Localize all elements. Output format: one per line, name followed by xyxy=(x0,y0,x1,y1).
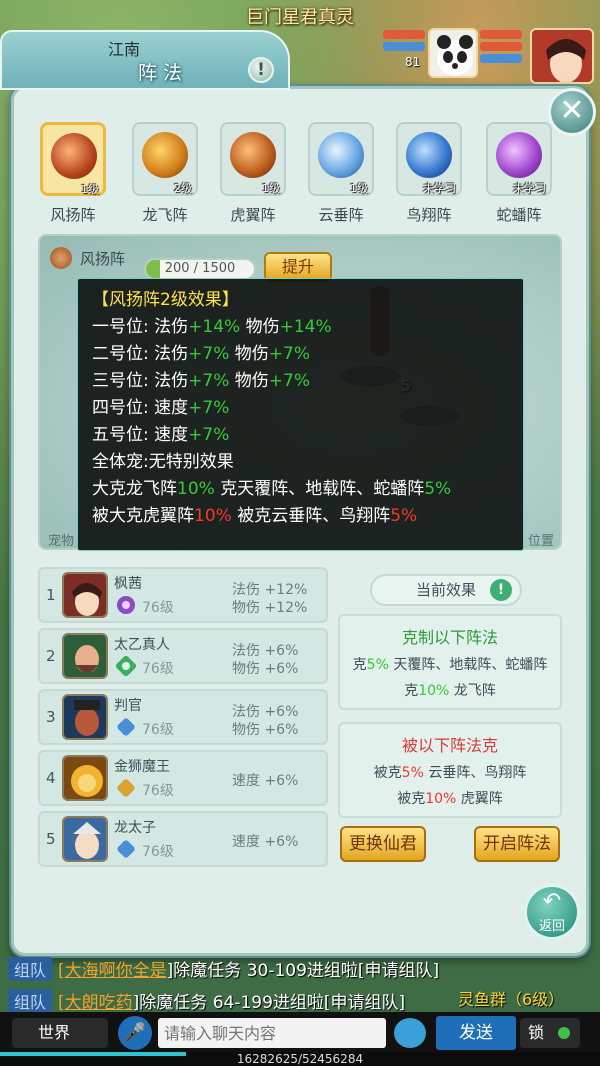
stage-pet-label: 宠物 xyxy=(48,534,75,549)
purple-rank-icon xyxy=(117,596,135,614)
green-rank-icon xyxy=(116,656,136,676)
wind-orb-icon xyxy=(51,133,97,179)
formation-tab-huyi[interactable]: 1级 虎翼阵 xyxy=(216,122,294,230)
tooltip-pet-line: 全体宠:无特别效果 xyxy=(92,452,234,472)
blue-rank-icon xyxy=(117,718,135,736)
channel-select[interactable]: 世界 xyxy=(12,1018,108,1048)
panel-title: 阵法 xyxy=(138,62,189,84)
chat-bar: 世界 🎤 发送 锁 xyxy=(0,1012,600,1052)
counter-effect-box: 克制以下阵法 克5% 天覆阵、地载阵、蛇蟠阵 克10% 龙飞阵 xyxy=(338,614,562,710)
back-arrow-icon: ↶ xyxy=(542,889,562,914)
wind-formation-icon xyxy=(50,247,72,269)
snake-orb-icon xyxy=(496,132,542,178)
tooltip-line-1: 一号位: 法伤+14% 物伤+14% xyxy=(92,317,332,337)
countered-effect-box: 被以下阵法克 被克5% 云垂阵、鸟翔阵 被克10% 虎翼阵 xyxy=(338,722,562,818)
experience-bar: 16282625/52456284 xyxy=(0,1052,600,1066)
formation-exp-bar: 200 / 1500 xyxy=(144,258,256,280)
effect-help-icon[interactable]: ! xyxy=(490,579,512,601)
pet-portrait[interactable] xyxy=(428,28,478,78)
tooltip-line-3: 三号位: 法伤+7% 物伤+7% xyxy=(92,371,310,391)
avatar xyxy=(62,755,108,801)
formation-tab-longfei[interactable]: 2级 龙飞阵 xyxy=(128,122,206,230)
formation-selector: 1级 风扬阵 2级 龙飞阵 1级 虎翼阵 1级 云垂阵 未学习 鸟翔阵 未学习 … xyxy=(36,122,560,230)
lock-toggle[interactable]: 锁 xyxy=(520,1018,580,1048)
cloud-orb-icon xyxy=(318,132,364,178)
formation-tab-niaoxiang[interactable]: 未学习 鸟翔阵 xyxy=(392,122,470,230)
tooltip-line-2: 二号位: 法伤+7% 物伤+7% xyxy=(92,344,310,364)
gold-rank-icon xyxy=(117,779,135,797)
formation-tab-yunchui[interactable]: 1级 云垂阵 xyxy=(304,122,382,230)
current-effect-label: 当前效果 ! xyxy=(370,574,522,606)
member-row-4[interactable]: 4 金狮魔王 76级 速度 +6% xyxy=(38,750,328,806)
formation-tab-fengyang[interactable]: 1级 风扬阵 xyxy=(36,122,114,230)
chat-line-1[interactable]: 组队 [大海啊你全是]除魔任务 30-109进组啦[申请组队] xyxy=(8,956,439,981)
emoji-icon[interactable] xyxy=(394,1018,426,1048)
avatar xyxy=(62,694,108,740)
tooltip-counter-line: 大克龙飞阵10% 克天覆阵、地载阵、蛇蟠阵5% xyxy=(92,479,452,499)
region-name: 江南 xyxy=(108,40,141,59)
blue-rank-icon xyxy=(117,840,135,858)
avatar xyxy=(62,572,108,618)
chat-line-2[interactable]: 组队 [大朗吃药]除魔任务 64-199进组啦[申请组队] xyxy=(8,988,405,1013)
chat-input[interactable] xyxy=(158,1018,386,1048)
member-row-3[interactable]: 3 判官 76级 法伤 +6% 物伤 +6% xyxy=(38,689,328,745)
member-row-2[interactable]: 2 太乙真人 76级 法伤 +6% 物伤 +6% xyxy=(38,628,328,684)
player-hp-bars xyxy=(480,30,522,66)
back-button[interactable]: ↶ 返回 xyxy=(524,884,580,940)
stage-position-label: 位置 xyxy=(527,534,554,549)
npc-fish-label: 灵鱼群（6级） xyxy=(458,990,565,1009)
player-portrait[interactable] xyxy=(530,28,594,84)
member-row-5[interactable]: 5 龙太子 76级 速度 +6% xyxy=(38,811,328,867)
change-immortal-button[interactable]: 更换仙君 xyxy=(340,826,426,862)
tooltip-line-5: 五号位: 速度+7% xyxy=(92,425,230,445)
microphone-icon[interactable]: 🎤 xyxy=(118,1016,152,1050)
pet-level: 81 xyxy=(405,55,421,69)
lock-status-dot xyxy=(558,1027,570,1039)
map-title: 巨门星君真灵 xyxy=(246,7,354,28)
activate-formation-button[interactable]: 开启阵法 xyxy=(474,826,560,862)
formation-tab-shepan[interactable]: 未学习 蛇蟠阵 xyxy=(482,122,560,230)
tooltip-countered-line: 被大克虎翼阵10% 被克云垂阵、鸟翔阵5% xyxy=(92,506,418,526)
pet-hp-bars xyxy=(383,30,425,54)
avatar xyxy=(62,816,108,862)
send-button[interactable]: 发送 xyxy=(436,1016,516,1050)
avatar xyxy=(62,633,108,679)
help-icon[interactable]: ! xyxy=(248,57,274,83)
member-row-1[interactable]: 1 枫茜 76级 法伤 +12% 物伤 +12% xyxy=(38,567,328,623)
tooltip-line-4: 四号位: 速度+7% xyxy=(92,398,230,418)
bird-orb-icon xyxy=(406,132,452,178)
dragon-orb-icon xyxy=(142,132,188,178)
tiger-orb-icon xyxy=(230,132,276,178)
formation-effect-tooltip: 【风扬阵2级效果】 一号位: 法伤+14% 物伤+14% 二号位: 法伤+7% … xyxy=(77,278,524,551)
